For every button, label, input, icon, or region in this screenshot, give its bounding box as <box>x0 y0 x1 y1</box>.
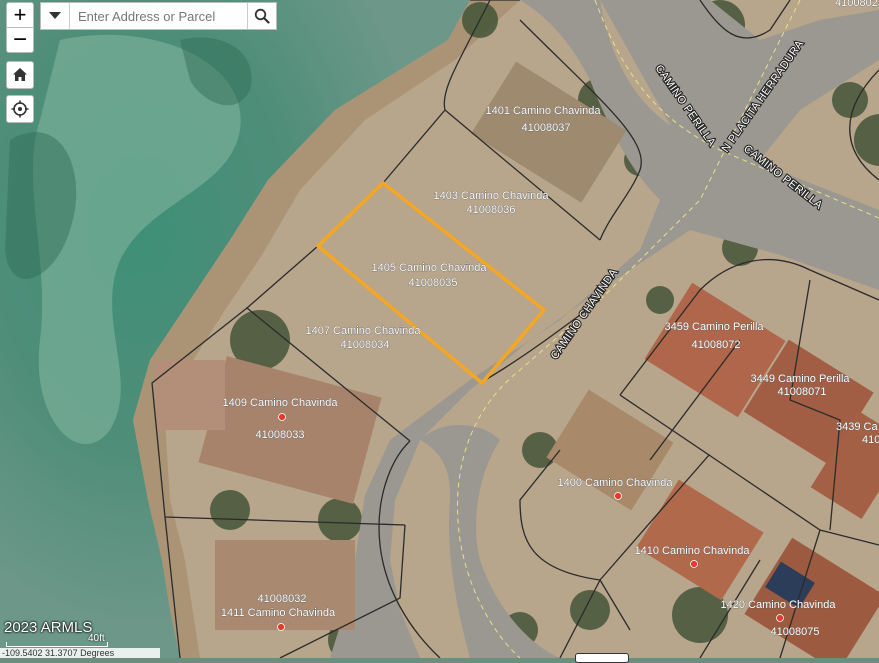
parcel-apn-label: 41008071 <box>778 386 827 398</box>
search-dropdown-button[interactable] <box>41 3 70 29</box>
coordinate-readout: -109.5402 31.3707 Degrees <box>0 648 160 658</box>
home-button[interactable] <box>6 61 34 89</box>
parcel-address-label: 3459 Camino Perilla <box>664 321 764 333</box>
parcel-address-label: 3439 Ca <box>836 421 878 433</box>
parcel-apn-label: 41008023 <box>835 0 879 9</box>
zoom-out-button[interactable]: − <box>6 27 34 53</box>
parcel-address-label: 1407 Camino Chavinda <box>306 325 422 337</box>
search-bar <box>40 2 277 30</box>
parcel-address-label: 1405 Camino Chavinda <box>372 262 488 274</box>
parcel-apn-label: 41008032 <box>258 593 307 605</box>
parcel-apn-label: 41008072 <box>692 339 741 351</box>
parcel-address-label: 1403 Camino Chavinda <box>434 190 550 202</box>
parcel-map[interactable]: CAMINO PERILLA N PLACITA HERRADURA CAMIN… <box>0 0 879 658</box>
parcel-address-label: 1401 Camino Chavinda <box>486 105 602 117</box>
chevron-down-icon <box>49 12 61 20</box>
parcel-apn-label: 41008075 <box>771 626 820 638</box>
locate-icon <box>11 100 29 118</box>
locate-button[interactable] <box>6 95 34 123</box>
parcel-address-label: 1420 Camino Chavinda <box>721 599 837 611</box>
parcel-address-label: 1409 Camino Chavinda <box>223 397 339 409</box>
copyright-text: 2023 ARMLS <box>4 619 92 636</box>
search-input[interactable] <box>70 3 247 29</box>
search-button[interactable] <box>247 3 276 29</box>
zoom-in-button[interactable]: + <box>6 2 34 28</box>
scale-label: 40ft <box>88 633 105 644</box>
parcel-apn-label: 41008033 <box>256 429 305 441</box>
parcel-apn-label: 41008037 <box>522 122 571 134</box>
home-icon <box>11 66 29 84</box>
parcel-address-label: 1400 Camino Chavinda <box>558 477 674 489</box>
parcel-apn-label: 41008034 <box>341 339 390 351</box>
parcel-address-label: 3449 Camino Perilla <box>750 373 850 385</box>
parcel-apn-label: 41008035 <box>409 277 458 289</box>
parcel-address-label: 1410 Camino Chavinda <box>635 545 751 557</box>
parcel-apn-label: 41008036 <box>467 204 516 216</box>
search-icon <box>254 8 270 24</box>
attribution-tab[interactable] <box>575 653 629 663</box>
parcel-address-label: 1411 Camino Chavinda <box>221 607 336 619</box>
parcel-apn-label: 410 <box>862 434 879 446</box>
